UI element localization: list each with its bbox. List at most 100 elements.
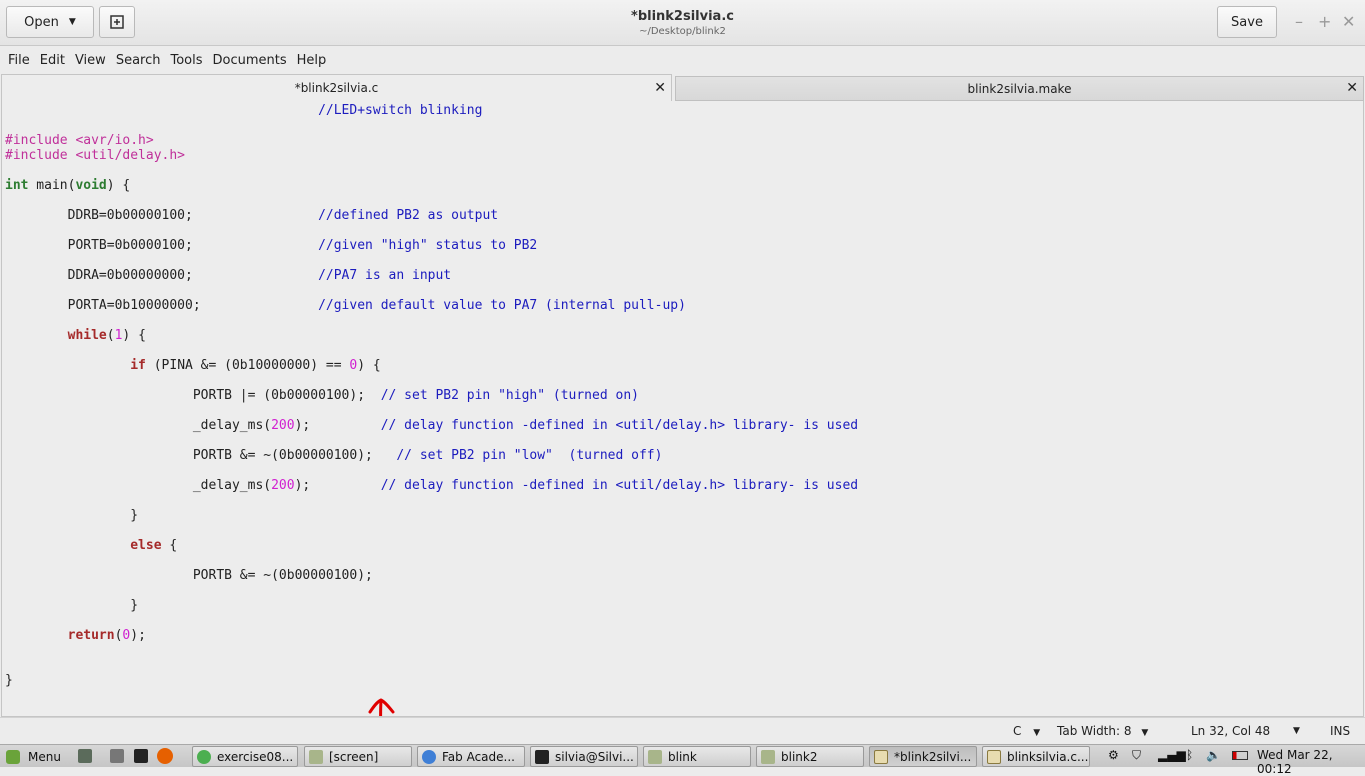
taskbar-item-label: silvia@Silvi... [555, 749, 634, 764]
code-line[interactable] [5, 163, 858, 178]
clock[interactable]: Wed Mar 22, 00:12 [1257, 748, 1365, 776]
taskbar-item-label: blink2 [781, 749, 818, 764]
code-line[interactable] [5, 643, 858, 658]
taskbar-item[interactable]: Fab Acade... [417, 746, 525, 767]
code-line[interactable]: } [5, 508, 858, 523]
menu-view[interactable]: View [70, 53, 111, 68]
save-button-label: Save [1231, 14, 1263, 30]
code-line[interactable] [5, 463, 858, 478]
taskbar-item[interactable]: blinksilvia.c... [982, 746, 1090, 767]
status-bar: C ▼ Tab Width: 8 ▼ Ln 32, Col 48 ▼ INS [0, 717, 1365, 744]
folder-icon [309, 749, 323, 764]
language-selector[interactable]: C ▼ [1013, 724, 1040, 738]
code-line[interactable] [5, 343, 858, 358]
tab-label: blink2silvia.make [967, 81, 1072, 96]
code-line[interactable]: PORTA=0b10000000; //given default value … [5, 298, 858, 313]
network-signal-icon[interactable]: ▂▄▆ [1158, 748, 1186, 762]
terminal-icon [535, 749, 549, 764]
window-subtitle: ~/Desktop/blink2 [639, 26, 726, 37]
maximize-icon[interactable]: + [1318, 12, 1331, 31]
menu-search[interactable]: Search [111, 53, 166, 68]
code-line[interactable] [5, 658, 858, 673]
code-line[interactable] [5, 523, 858, 538]
folder-icon [648, 749, 662, 764]
code-line[interactable]: #include <util/delay.h> [5, 148, 858, 163]
taskbar-item[interactable]: [screen] [304, 746, 412, 767]
tab-blink2silvia-c[interactable]: *blink2silvia.c ✕ [1, 74, 672, 101]
code-line[interactable]: } [5, 598, 858, 613]
code-line[interactable]: PORTB |= (0b00000100); // set PB2 pin "h… [5, 388, 858, 403]
text-editor-icon [874, 749, 888, 764]
code-line[interactable] [5, 613, 858, 628]
close-tab-icon[interactable]: ✕ [1346, 80, 1358, 96]
code-line[interactable]: _delay_ms(200); // delay function -defin… [5, 478, 858, 493]
code-line[interactable] [5, 433, 858, 448]
taskbar-item[interactable]: blink2 [756, 746, 864, 767]
menu-tools[interactable]: Tools [165, 53, 207, 68]
document-tabs: *blink2silvia.c ✕ blink2silvia.make ✕ [0, 74, 1365, 101]
taskbar-item[interactable]: blink [643, 746, 751, 767]
code-line[interactable]: PORTB=0b0000100; //given "high" status t… [5, 238, 858, 253]
minimize-icon[interactable]: – [1295, 12, 1303, 31]
taskbar-item[interactable]: exercise08... [192, 746, 298, 767]
code-line[interactable] [5, 553, 858, 568]
code-line[interactable] [5, 253, 858, 268]
menu-documents[interactable]: Documents [208, 53, 292, 68]
taskbar-item-label: [screen] [329, 749, 379, 764]
menu-file[interactable]: File [3, 53, 35, 68]
taskbar-item[interactable]: *blink2silvi... [869, 746, 977, 767]
code-line[interactable] [5, 313, 858, 328]
code-line[interactable]: } [5, 673, 858, 688]
code-line[interactable] [5, 403, 858, 418]
start-menu-button[interactable]: Menu [6, 747, 61, 766]
battery-icon[interactable] [1232, 751, 1248, 760]
code-line[interactable]: _delay_ms(200); // delay function -defin… [5, 418, 858, 433]
chevron-down-icon[interactable]: ▼ [1293, 726, 1300, 736]
code-line[interactable]: //LED+switch blinking [5, 103, 858, 118]
menu-label: Menu [28, 749, 61, 764]
code-line[interactable] [5, 493, 858, 508]
taskbar-item[interactable]: silvia@Silvi... [530, 746, 638, 767]
chrome-icon [197, 749, 211, 764]
code-line[interactable]: DDRB=0b00000100; //defined PB2 as output [5, 208, 858, 223]
code-line[interactable] [5, 583, 858, 598]
code-line[interactable]: PORTB &= ~(0b00000100); [5, 568, 858, 583]
save-button[interactable]: Save [1217, 6, 1277, 38]
window-title: *blink2silvia.c [631, 9, 734, 24]
insert-mode: INS [1330, 724, 1351, 738]
code-line[interactable] [5, 118, 858, 133]
bluetooth-icon[interactable]: ᛒ [1186, 748, 1193, 762]
code-line[interactable] [5, 283, 858, 298]
code-line[interactable]: DDRA=0b00000000; //PA7 is an input [5, 268, 858, 283]
code-line[interactable]: while(1) { [5, 328, 858, 343]
chrome-icon [422, 749, 436, 764]
code-line[interactable]: if (PINA &= (0b10000000) == 0) { [5, 358, 858, 373]
code-line[interactable]: PORTB &= ~(0b00000100); // set PB2 pin "… [5, 448, 858, 463]
volume-icon[interactable]: 🔈 [1206, 748, 1221, 762]
terminal-icon[interactable] [134, 749, 148, 763]
show-desktop-icon[interactable] [78, 749, 92, 763]
close-icon[interactable]: ✕ [1342, 12, 1355, 31]
code-line[interactable] [5, 193, 858, 208]
tab-label: *blink2silvia.c [294, 81, 379, 95]
firefox-icon[interactable] [157, 748, 173, 764]
close-tab-icon[interactable]: ✕ [654, 80, 666, 96]
code-line[interactable]: #include <avr/io.h> [5, 133, 858, 148]
menu-edit[interactable]: Edit [35, 53, 70, 68]
taskbar-item-label: blinksilvia.c... [1007, 749, 1089, 764]
menu-help[interactable]: Help [292, 53, 332, 68]
code-line[interactable] [5, 373, 858, 388]
tab-blink2silvia-make[interactable]: blink2silvia.make ✕ [675, 76, 1364, 101]
code-line[interactable]: int main(void) { [5, 178, 858, 193]
code-line[interactable]: return(0); [5, 628, 858, 643]
language-label: C [1013, 724, 1022, 738]
code-line[interactable]: else { [5, 538, 858, 553]
tab-width-label: Tab Width: 8 [1057, 724, 1132, 738]
code-editor[interactable]: //LED+switch blinking #include <avr/io.h… [1, 101, 1364, 717]
code-text[interactable]: //LED+switch blinking #include <avr/io.h… [5, 103, 858, 688]
file-manager-icon[interactable] [110, 749, 124, 763]
code-line[interactable] [5, 223, 858, 238]
updates-icon[interactable]: ⚙ [1108, 748, 1119, 762]
tab-width-selector[interactable]: Tab Width: 8 ▼ [1057, 724, 1148, 738]
shield-icon[interactable]: ⛉ [1132, 748, 1141, 763]
